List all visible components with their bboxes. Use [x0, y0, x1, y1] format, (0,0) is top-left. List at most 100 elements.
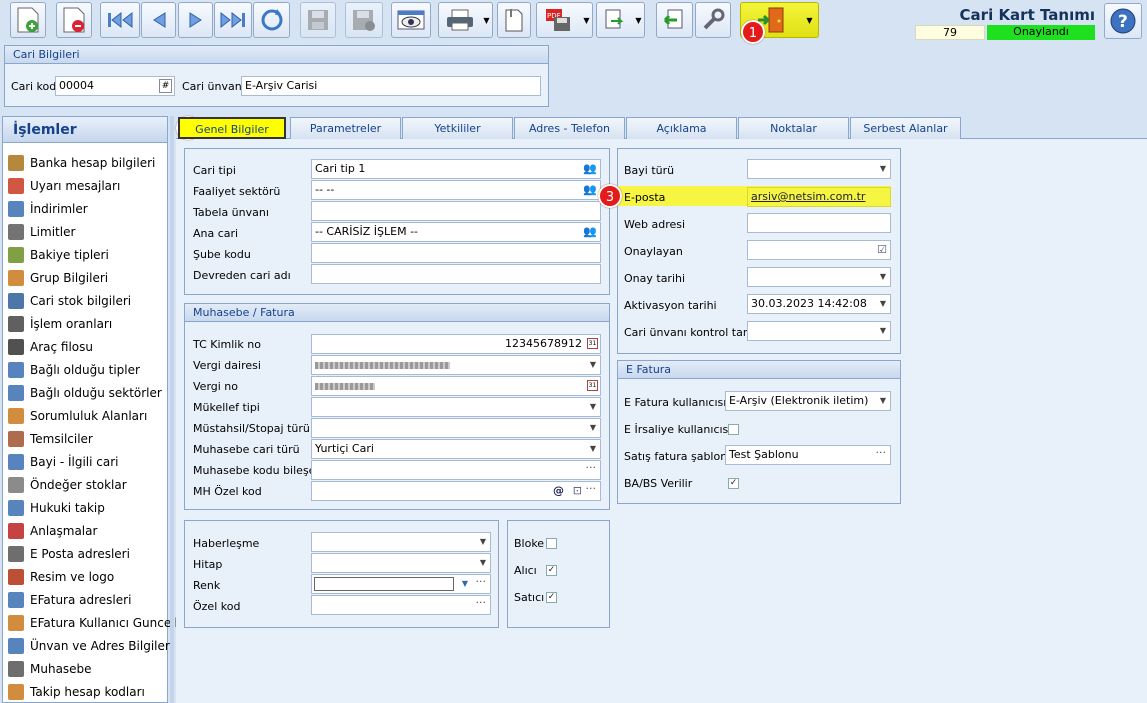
mustahsil-select[interactable]: ▼ — [311, 418, 601, 438]
sidebar-item[interactable]: Muhasebe — [8, 658, 92, 680]
sidebar-item[interactable]: E Posta adresleri — [8, 543, 130, 565]
export-button[interactable] — [596, 2, 634, 38]
sidebar-item[interactable]: Araç filosu — [8, 336, 93, 358]
tab-noktalar[interactable]: Noktalar — [738, 117, 849, 139]
sidebar-item[interactable]: İşlem oranları — [8, 313, 112, 335]
sidebar-item[interactable]: Ünvan ve Adres Bilgileri ... — [8, 635, 188, 657]
sidebar-item[interactable]: Öndeğer stoklar — [8, 474, 127, 496]
pdf-dropdown[interactable]: ▼ — [581, 2, 593, 38]
print-dropdown[interactable]: ▼ — [481, 2, 493, 38]
sidebar-item[interactable]: Anlaşmalar — [8, 520, 97, 542]
sidebar-item[interactable]: EFatura adresleri — [8, 589, 131, 611]
devreden-input[interactable] — [311, 264, 601, 284]
sidebar-item[interactable]: Temsilciler — [8, 428, 93, 450]
tab-parametreler[interactable]: Parametreler — [290, 117, 401, 139]
faaliyet-label: Faaliyet sektörü — [193, 185, 281, 198]
efatura-update-icon — [8, 615, 24, 631]
sidebar-item[interactable]: EFatura Kullanıcı Guncelle — [8, 612, 185, 634]
faaliyet-input[interactable]: -- -- 👥 — [311, 180, 601, 200]
muhasebe-cari-select[interactable]: Yurtiçi Cari ▼ — [311, 439, 601, 459]
unvan-kontrol-select[interactable]: ▼ — [747, 321, 891, 341]
ellipsis-icon: ··· — [475, 596, 487, 609]
eirsaliye-checkbox[interactable] — [728, 424, 739, 435]
sidebar-item[interactable]: Bakiye tipleri — [8, 244, 109, 266]
efatura-kullanici-select[interactable]: E-Arşiv (Elektronik iletim) ▼ — [725, 391, 891, 411]
sidebar-item[interactable]: İndirimler — [8, 198, 88, 220]
sidebar-item[interactable]: Hukuki takip — [8, 497, 105, 519]
tools-button[interactable] — [695, 2, 731, 38]
pdf-button[interactable]: PDF — [536, 2, 582, 38]
vergi-no-input[interactable]: 31 — [311, 376, 601, 396]
haberlesme-select[interactable]: ▼ — [311, 532, 491, 552]
onay-tarihi-select[interactable]: ▼ — [747, 267, 891, 287]
mukellef-select[interactable]: ▼ — [311, 397, 601, 417]
tabela-input[interactable] — [311, 201, 601, 221]
calendar-icon: 31 — [587, 380, 598, 391]
sidebar-item[interactable]: Takip hesap kodları — [8, 681, 145, 703]
sidebar-item[interactable]: Bayi - İlgili cari — [8, 451, 119, 473]
hitap-select[interactable]: ▼ — [311, 553, 491, 573]
help-button[interactable]: ? — [1104, 3, 1142, 39]
tc-input[interactable]: 12345678912 31 — [311, 334, 601, 354]
sidebar-item[interactable]: Sorumluluk Alanları — [8, 405, 147, 427]
sidebar-splitter[interactable] — [170, 116, 174, 703]
document-button[interactable] — [497, 2, 531, 38]
save-button[interactable] — [300, 2, 336, 38]
sidebar-item-label: Muhasebe — [30, 662, 92, 676]
renk-select[interactable]: ▼ ··· — [311, 574, 491, 594]
last-record-button[interactable] — [214, 2, 252, 38]
web-adresi-input[interactable] — [747, 213, 891, 233]
ozel-kod-input[interactable]: ··· — [311, 595, 491, 615]
preview-button[interactable] — [391, 2, 431, 38]
sidebar-item[interactable]: Resim ve logo — [8, 566, 114, 588]
sube-label: Şube kodu — [193, 248, 251, 261]
sidebar-item-label: Ünvan ve Adres Bilgileri ... — [30, 639, 189, 653]
vergi-dairesi-select[interactable]: ▼ — [311, 355, 601, 375]
tab-serbest-alanlar[interactable]: Serbest Alanlar — [850, 117, 961, 139]
cari-unvan-input[interactable]: E-Arşiv Carisi — [241, 76, 541, 96]
sidebar-item[interactable]: Grup Bilgileri — [8, 267, 108, 289]
aktivasyon-select[interactable]: 30.03.2023 14:42:08 ▼ — [747, 294, 891, 314]
sidebar-item-label: Resim ve logo — [30, 570, 115, 584]
chevron-down-icon: ▼ — [879, 164, 886, 173]
bayi-turu-select[interactable]: ▼ — [747, 159, 891, 179]
sidebar-item[interactable]: Bağlı olduğu tipler — [8, 359, 140, 381]
sidebar-item[interactable]: Cari stok bilgileri — [8, 290, 131, 312]
sube-input[interactable] — [311, 243, 601, 263]
onaylayan-input[interactable]: ☑ — [747, 240, 891, 260]
alici-checkbox[interactable]: ✓ — [546, 565, 557, 576]
sidebar-item[interactable]: Limitler — [8, 221, 75, 243]
eposta-input[interactable]: arsiv@netsim.com.tr — [747, 187, 891, 207]
next-icon — [189, 12, 202, 28]
blurred-value — [315, 362, 450, 369]
print-button[interactable] — [438, 2, 482, 38]
import-button[interactable] — [656, 2, 693, 38]
exit-dropdown[interactable]: ▼ — [801, 2, 819, 38]
delete-button[interactable] — [56, 2, 92, 38]
prev-record-button[interactable] — [141, 2, 176, 38]
babs-checkbox[interactable]: ✓ — [728, 478, 739, 489]
ana-cari-input[interactable]: -- CARİSİZ İŞLEM -- 👥 — [311, 222, 601, 242]
satis-sablon-input[interactable]: Test Şablonu ··· — [725, 445, 891, 465]
cari-tipi-input[interactable]: Cari tip 1 👥 — [311, 159, 601, 179]
cari-kod-input[interactable]: 00004 # — [55, 76, 175, 96]
satici-checkbox[interactable]: ✓ — [546, 592, 557, 603]
tab-yetkililer[interactable]: Yetkililer — [402, 117, 513, 139]
cari-unvan-label: Cari ünvanı — [182, 80, 245, 93]
mh-ozel-input[interactable]: @ ⊡ ··· — [311, 481, 601, 501]
tab-genel-bilgiler[interactable]: Genel Bilgiler — [178, 117, 286, 139]
next-record-button[interactable] — [178, 2, 213, 38]
cari-tipi-label: Cari tipi — [193, 164, 236, 177]
cancel-save-button[interactable] — [345, 2, 383, 38]
tab-aciklama[interactable]: Açıklama — [626, 117, 737, 139]
tab-adres-telefon[interactable]: Adres - Telefon — [514, 117, 625, 139]
sidebar-item[interactable]: Bağlı olduğu sektörler — [8, 382, 162, 404]
refresh-button[interactable] — [253, 2, 290, 38]
new-button[interactable] — [10, 2, 46, 38]
export-dropdown[interactable]: ▼ — [633, 2, 645, 38]
sidebar-item[interactable]: Uyarı mesajları — [8, 175, 120, 197]
bloke-checkbox[interactable] — [546, 538, 557, 549]
first-record-button[interactable] — [100, 2, 140, 38]
muhasebe-kodu-input[interactable]: ··· — [311, 460, 601, 480]
sidebar-item[interactable]: Banka hesap bilgileri — [8, 152, 155, 174]
